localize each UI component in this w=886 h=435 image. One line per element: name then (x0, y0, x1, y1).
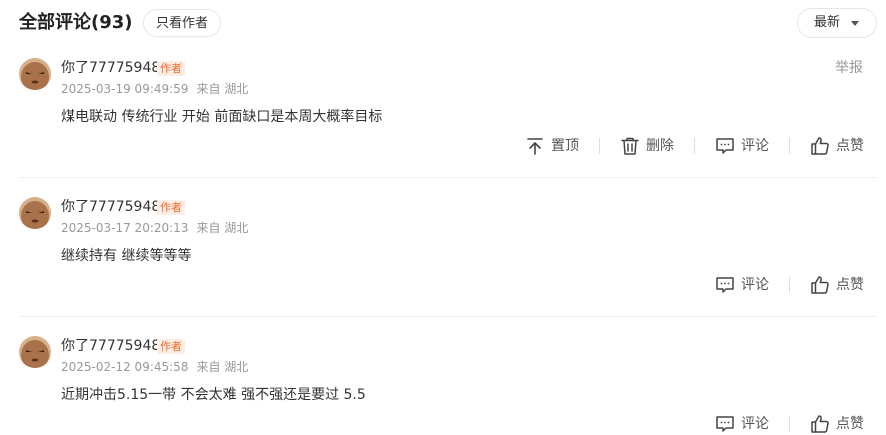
comment-meta: 2025-02-12 09:45:58 来自 湖北 (61, 359, 248, 375)
avatar[interactable] (19, 58, 51, 90)
comment-location: 来自 湖北 (196, 221, 249, 235)
caret-down-icon (851, 21, 859, 26)
comment-date: 2025-03-19 09:49:59 (61, 82, 189, 96)
report-button[interactable]: 举报 (835, 59, 863, 77)
like-button[interactable]: 点赞 (810, 136, 864, 156)
comment-location: 来自 湖北 (196, 82, 249, 96)
comment-meta: 2025-03-17 20:20:13 来自 湖北 (61, 220, 248, 236)
comment-text: 近期冲击5.15一带 不会太难 强不强还是要过 5.5 (61, 387, 366, 403)
comment-location: 来自 湖北 (196, 360, 249, 374)
comment-icon (715, 414, 735, 434)
comment-button[interactable]: 评论 (715, 136, 769, 156)
like-label: 点赞 (836, 416, 864, 432)
comment-item: 你了77775948 作者 2025-03-17 20:20:13 来自 湖北 继… (0, 197, 886, 307)
thumbs-up-icon (810, 136, 830, 156)
delete-label: 删除 (646, 138, 674, 154)
action-separator (694, 138, 695, 154)
comment-label: 评论 (741, 138, 769, 154)
comment-label: 评论 (741, 416, 769, 432)
author-badge: 作者 (157, 339, 185, 354)
comment-item: 你了77775948 作者 2025-02-12 09:45:58 来自 湖北 近… (0, 336, 886, 433)
action-separator (789, 416, 790, 432)
thumbs-up-icon (810, 275, 830, 295)
comments-title: 全部评论(93) (19, 12, 133, 33)
comment-text: 煤电联动 传统行业 开始 前面缺口是本周大概率目标 (61, 109, 383, 125)
author-badge: 作者 (157, 200, 185, 215)
comment-icon (715, 275, 735, 295)
comment-meta: 2025-03-19 09:49:59 来自 湖北 (61, 81, 248, 97)
comment-button[interactable]: 评论 (715, 275, 769, 295)
username[interactable]: 你了77775948 (61, 198, 160, 216)
like-label: 点赞 (836, 277, 864, 293)
pin-button[interactable]: 置顶 (525, 136, 579, 156)
action-separator (599, 138, 600, 154)
action-separator (789, 277, 790, 293)
username[interactable]: 你了77775948 (61, 59, 160, 77)
avatar[interactable] (19, 336, 51, 368)
sort-dropdown[interactable]: 最新 (797, 8, 877, 38)
comment-item: 你了77775948 作者 2025-03-19 09:49:59 来自 湖北 举… (0, 58, 886, 178)
comment-actions: 置顶 删除 评论 点赞 (525, 135, 864, 157)
comments-header: 全部评论(93) 只看作者 最新 (0, 0, 886, 46)
comment-date: 2025-03-17 20:20:13 (61, 221, 189, 235)
pin-label: 置顶 (551, 138, 579, 154)
like-label: 点赞 (836, 138, 864, 154)
comment-divider (19, 316, 877, 317)
comment-label: 评论 (741, 277, 769, 293)
comment-icon (715, 136, 735, 156)
delete-button[interactable]: 删除 (620, 136, 674, 156)
username[interactable]: 你了77775948 (61, 337, 160, 355)
comment-divider (19, 177, 877, 178)
trash-icon (620, 136, 640, 156)
author-only-filter-button[interactable]: 只看作者 (143, 9, 222, 37)
comment-date: 2025-02-12 09:45:58 (61, 360, 189, 374)
comment-actions: 评论 点赞 (715, 413, 864, 435)
action-separator (789, 138, 790, 154)
author-badge: 作者 (157, 61, 185, 76)
thumbs-up-icon (810, 414, 830, 434)
comment-actions: 评论 点赞 (715, 274, 864, 296)
pin-top-icon (525, 136, 545, 156)
like-button[interactable]: 点赞 (810, 275, 864, 295)
sort-label: 最新 (814, 15, 841, 30)
avatar[interactable] (19, 197, 51, 229)
comment-button[interactable]: 评论 (715, 414, 769, 434)
like-button[interactable]: 点赞 (810, 414, 864, 434)
comment-text: 继续持有 继续等等等 (61, 248, 192, 264)
